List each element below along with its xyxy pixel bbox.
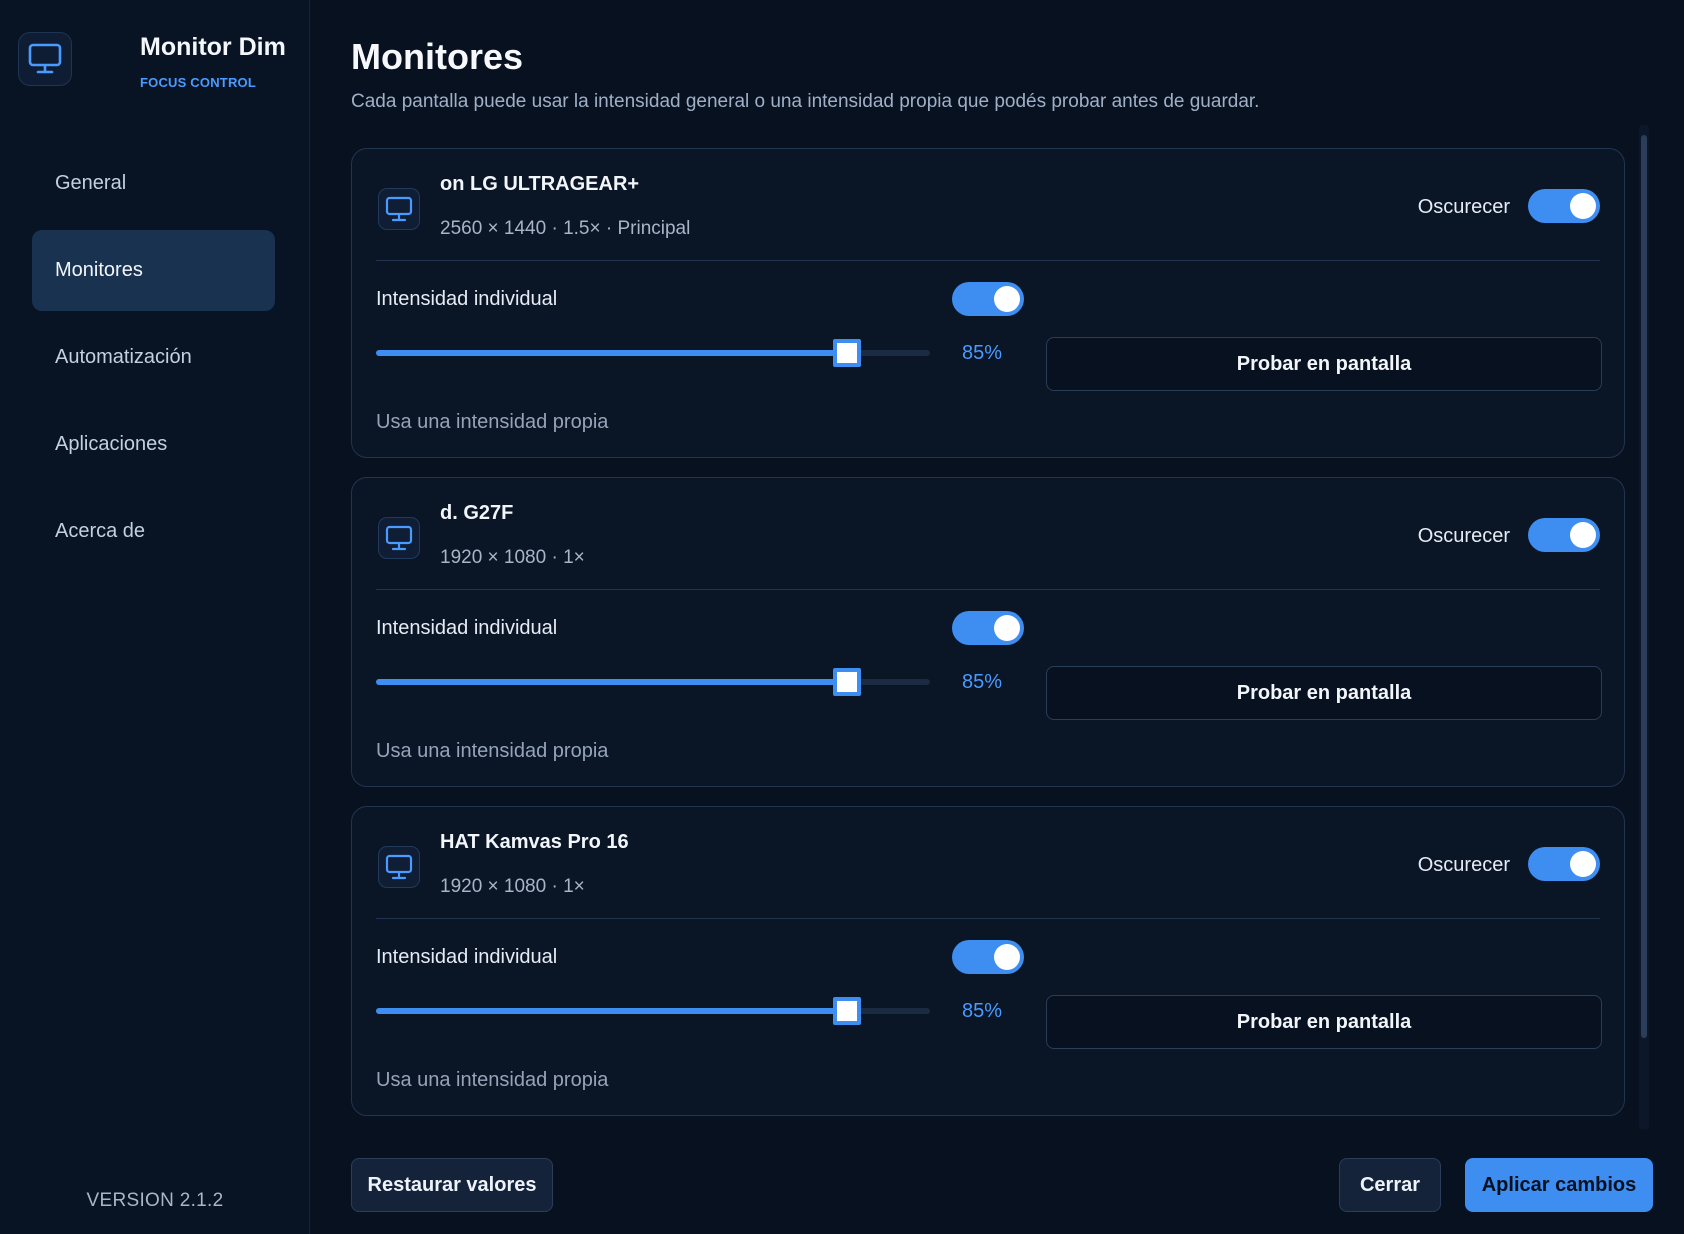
intensity-value: 85% [962, 1000, 1003, 1022]
individual-intensity-label: Intensidad individual [376, 617, 558, 639]
slider-fill [376, 679, 847, 685]
sidebar-item-acerca-de[interactable]: Acerca de [32, 491, 275, 572]
slider-handle[interactable] [832, 997, 861, 1025]
slider-fill [376, 1008, 847, 1014]
divider [376, 589, 1600, 590]
dim-toggle[interactable] [1528, 518, 1600, 552]
monitor-card: d. G27F 1920 × 1080 · 1× Oscurecer Inten… [351, 477, 1625, 787]
intensity-value: 85% [962, 671, 1003, 693]
sidebar-item-general[interactable]: General [32, 143, 275, 224]
version-label: VERSION 2.1.2 [86, 1190, 224, 1211]
monitor-name: on LG ULTRAGEAR+ [440, 173, 640, 195]
monitor-icon [18, 32, 72, 86]
monitor-name: d. G27F [440, 502, 514, 524]
sidebar-item-monitores[interactable]: Monitores [32, 230, 275, 311]
divider [376, 918, 1600, 919]
dim-toggle[interactable] [1528, 847, 1600, 881]
toggle-knob [994, 615, 1020, 641]
sidebar: Monitor Dim FOCUS CONTROL General Monito… [0, 0, 310, 1234]
toggle-knob [1570, 193, 1596, 219]
monitor-details: 2560 × 1440 · 1.5× · Principal [440, 218, 691, 239]
sidebar-nav: General Monitores Automatización Aplicac… [32, 143, 275, 578]
page-title: Monitores [351, 36, 524, 77]
monitor-icon [378, 517, 420, 559]
slider-handle[interactable] [832, 668, 861, 696]
intensity-hint: Usa una intensidad propia [376, 1069, 609, 1091]
individual-intensity-label: Intensidad individual [376, 946, 558, 968]
app-subtitle: FOCUS CONTROL [140, 75, 256, 90]
intensity-hint: Usa una intensidad propia [376, 411, 609, 433]
close-button[interactable]: Cerrar [1339, 1158, 1441, 1212]
intensity-slider[interactable] [376, 339, 930, 367]
main-content: Monitores Cada pantalla puede usar la in… [351, 0, 1656, 1234]
scrollbar-thumb[interactable] [1641, 135, 1647, 1038]
monitor-name: HAT Kamvas Pro 16 [440, 831, 629, 853]
dim-label: Oscurecer [1417, 525, 1510, 547]
monitor-details: 1920 × 1080 · 1× [440, 876, 585, 897]
page-subtitle: Cada pantalla puede usar la intensidad g… [351, 91, 1260, 112]
monitor-icon [378, 846, 420, 888]
dim-label: Oscurecer [1417, 196, 1510, 218]
slider-handle[interactable] [832, 339, 861, 367]
monitor-list: on LG ULTRAGEAR+ 2560 × 1440 · 1.5× · Pr… [351, 148, 1625, 1135]
toggle-knob [994, 944, 1020, 970]
app-title: Monitor Dim [140, 33, 286, 61]
monitor-icon [378, 188, 420, 230]
restore-button[interactable]: Restaurar valores [351, 1158, 553, 1212]
apply-button[interactable]: Aplicar cambios [1465, 1158, 1653, 1212]
divider [376, 260, 1600, 261]
individual-intensity-toggle[interactable] [952, 611, 1024, 645]
monitor-card: on LG ULTRAGEAR+ 2560 × 1440 · 1.5× · Pr… [351, 148, 1625, 458]
intensity-slider[interactable] [376, 997, 930, 1025]
monitor-card: HAT Kamvas Pro 16 1920 × 1080 · 1× Oscur… [351, 806, 1625, 1116]
toggle-knob [994, 286, 1020, 312]
sidebar-item-automatizacion[interactable]: Automatización [32, 317, 275, 398]
brand: Monitor Dim FOCUS CONTROL [18, 32, 286, 90]
intensity-hint: Usa una intensidad propia [376, 740, 609, 762]
intensity-slider[interactable] [376, 668, 930, 696]
slider-fill [376, 350, 847, 356]
dim-toggle[interactable] [1528, 189, 1600, 223]
scrollbar[interactable] [1639, 125, 1649, 1129]
dim-label: Oscurecer [1417, 854, 1510, 876]
test-on-screen-button[interactable]: Probar en pantalla [1046, 337, 1602, 391]
intensity-value: 85% [962, 342, 1003, 364]
monitor-details: 1920 × 1080 · 1× [440, 547, 585, 568]
individual-intensity-label: Intensidad individual [376, 288, 558, 310]
individual-intensity-toggle[interactable] [952, 940, 1024, 974]
test-on-screen-button[interactable]: Probar en pantalla [1046, 666, 1602, 720]
toggle-knob [1570, 522, 1596, 548]
individual-intensity-toggle[interactable] [952, 282, 1024, 316]
sidebar-item-aplicaciones[interactable]: Aplicaciones [32, 404, 275, 485]
toggle-knob [1570, 851, 1596, 877]
test-on-screen-button[interactable]: Probar en pantalla [1046, 995, 1602, 1049]
